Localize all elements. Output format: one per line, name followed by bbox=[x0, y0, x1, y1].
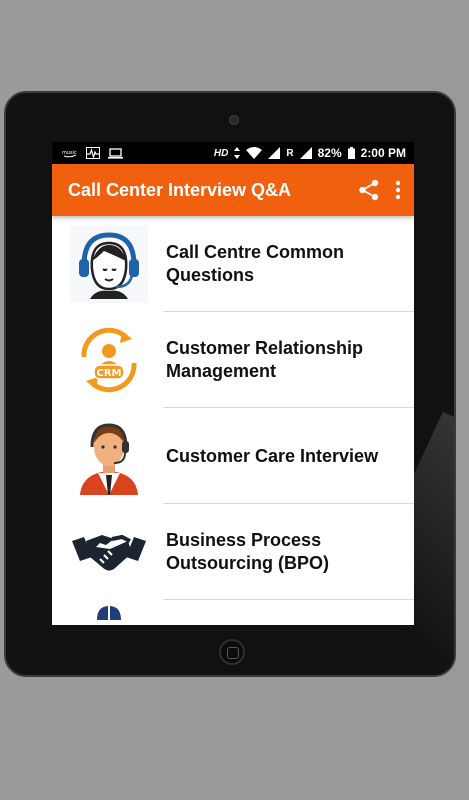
list-item-bpo[interactable]: Business Process Outsourcing (BPO) bbox=[52, 504, 414, 600]
list-item-partial[interactable] bbox=[52, 600, 414, 625]
laptop-icon bbox=[108, 147, 123, 159]
tablet-frame: music HD R 82% 2:00 PM Call Center Inter… bbox=[4, 91, 456, 677]
hd-label: HD bbox=[213, 147, 229, 159]
list-item-call-centre-questions[interactable]: Call Centre Common Questions bbox=[52, 216, 414, 312]
data-arrows-icon bbox=[234, 147, 241, 159]
app-bar-actions bbox=[358, 179, 402, 201]
activity-icon bbox=[86, 147, 100, 159]
status-left: music bbox=[62, 147, 123, 159]
list-item-label: Business Process Outsourcing (BPO) bbox=[166, 530, 329, 573]
list-item-thumb bbox=[70, 225, 148, 303]
share-icon[interactable] bbox=[358, 179, 380, 201]
camera-icon bbox=[229, 115, 239, 125]
screen: music HD R 82% 2:00 PM Call Center Inter… bbox=[52, 142, 414, 625]
list-item-thumb bbox=[70, 513, 148, 591]
battery-icon bbox=[347, 147, 355, 159]
status-right: HD R 82% 2:00 PM bbox=[214, 146, 406, 160]
svg-text:CRM: CRM bbox=[97, 368, 122, 379]
headset-agent-icon bbox=[70, 225, 148, 303]
support-agent-icon bbox=[80, 423, 138, 495]
list-item-label: Call Centre Common Questions bbox=[166, 242, 345, 285]
battery-percent: 82% bbox=[317, 146, 342, 160]
roaming-label: R bbox=[286, 147, 294, 159]
partial-item-icon bbox=[97, 606, 121, 620]
list-item-thumb bbox=[70, 417, 148, 495]
list-item-customer-care[interactable]: Customer Care Interview bbox=[52, 408, 414, 504]
more-vert-icon[interactable] bbox=[394, 180, 402, 200]
status-bar: music HD R 82% 2:00 PM bbox=[52, 142, 414, 164]
signal-icon-2 bbox=[299, 147, 312, 159]
app-bar: Call Center Interview Q&A bbox=[52, 164, 414, 216]
wifi-icon bbox=[246, 147, 263, 159]
crm-cycle-icon: CRM bbox=[81, 327, 137, 393]
topic-list: Call Centre Common Questions CRM Custome… bbox=[52, 216, 414, 625]
list-item-thumb bbox=[70, 600, 148, 620]
list-item-label: Customer Relationship Management bbox=[166, 338, 364, 381]
signal-icon bbox=[268, 147, 281, 159]
home-button[interactable] bbox=[219, 639, 245, 665]
list-item-label: Customer Care Interview bbox=[166, 445, 379, 466]
handshake-icon bbox=[72, 534, 146, 571]
list-item-thumb: CRM bbox=[70, 321, 148, 399]
list-item-crm[interactable]: CRM Customer Relationship Management bbox=[52, 312, 414, 408]
amazon-music-icon: music bbox=[62, 150, 77, 158]
app-title: Call Center Interview Q&A bbox=[68, 179, 292, 200]
clock: 2:00 PM bbox=[360, 146, 406, 160]
